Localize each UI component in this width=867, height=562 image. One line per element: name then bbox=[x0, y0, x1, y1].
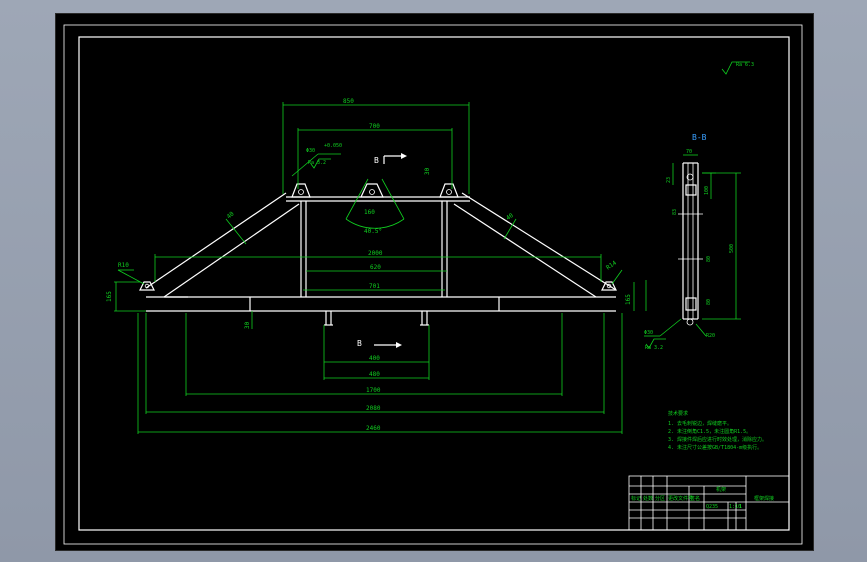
svg-text:签名: 签名 bbox=[690, 495, 700, 502]
svg-text:Ra 3.2: Ra 3.2 bbox=[645, 345, 663, 351]
svg-text:标记: 标记 bbox=[631, 495, 641, 502]
section-view-bb bbox=[678, 162, 703, 326]
svg-text:165: 165 bbox=[106, 291, 113, 302]
svg-text:处数: 处数 bbox=[643, 495, 653, 502]
svg-text:B: B bbox=[357, 339, 362, 348]
svg-text:R20: R20 bbox=[706, 333, 715, 339]
svg-text:Φ30: Φ30 bbox=[306, 148, 315, 154]
dimensions: 850 700 2000 620 701 400 480 1700 2080 2… bbox=[106, 98, 647, 434]
svg-text:480: 480 bbox=[369, 371, 380, 378]
svg-text:分区: 分区 bbox=[655, 495, 665, 502]
svg-text:1. 去毛刺锐边，焊缝磨平。: 1. 去毛刺锐边，焊缝磨平。 bbox=[668, 420, 732, 427]
svg-text:2460: 2460 bbox=[366, 425, 381, 432]
section-marker-bottom: B bbox=[357, 339, 402, 348]
svg-text:80: 80 bbox=[706, 256, 712, 262]
svg-text:R14: R14 bbox=[605, 259, 618, 271]
outer-sheet-border bbox=[63, 24, 803, 545]
svg-text:Ra 6.3: Ra 6.3 bbox=[736, 62, 754, 68]
svg-text:机架: 机架 bbox=[716, 486, 726, 493]
section-marker-top: B bbox=[374, 153, 407, 165]
svg-text:701: 701 bbox=[369, 283, 380, 290]
title-block: 机架 框架焊接 Q235 1:10 1 标记 处数 分区 更改文件号 签名 bbox=[628, 475, 790, 531]
svg-text:3. 焊接件焊后应进行时效处理，消除应力。: 3. 焊接件焊后应进行时效处理，消除应力。 bbox=[668, 436, 767, 443]
cad-viewport[interactable]: Ra 6.3 160 40.5° B B 850 700 2000 620 70… bbox=[55, 13, 814, 551]
svg-text:850: 850 bbox=[343, 98, 354, 105]
svg-text:2. 未注倒角C1.5，未注圆角R1.5。: 2. 未注倒角C1.5，未注圆角R1.5。 bbox=[668, 428, 751, 435]
section-view-title: B-B bbox=[692, 133, 707, 142]
svg-text:70: 70 bbox=[686, 149, 692, 155]
angle-detail: 160 40.5° bbox=[345, 178, 405, 235]
svg-text:R10: R10 bbox=[118, 262, 129, 269]
svg-text:30: 30 bbox=[244, 321, 251, 329]
svg-text:160: 160 bbox=[364, 209, 375, 216]
svg-text:400: 400 bbox=[369, 355, 380, 362]
svg-text:2000: 2000 bbox=[368, 250, 383, 257]
svg-text:83: 83 bbox=[672, 209, 678, 215]
svg-text:40: 40 bbox=[225, 210, 235, 220]
svg-text:1700: 1700 bbox=[366, 387, 381, 394]
svg-text:1: 1 bbox=[739, 504, 742, 510]
svg-text:2080: 2080 bbox=[366, 405, 381, 412]
svg-text:Q235: Q235 bbox=[706, 504, 718, 510]
svg-text:4. 未注尺寸公差按GB/T1804-m级执行。: 4. 未注尺寸公差按GB/T1804-m级执行。 bbox=[668, 444, 762, 451]
svg-text:23: 23 bbox=[666, 177, 672, 183]
svg-text:165: 165 bbox=[625, 294, 632, 305]
svg-text:620: 620 bbox=[370, 264, 381, 271]
svg-text:100: 100 bbox=[704, 186, 710, 195]
svg-text:技术要求: 技术要求 bbox=[668, 410, 688, 417]
svg-text:Φ30: Φ30 bbox=[644, 330, 653, 336]
svg-text:+0.050: +0.050 bbox=[324, 143, 342, 149]
svg-text:框架焊接: 框架焊接 bbox=[754, 495, 774, 502]
svg-text:30: 30 bbox=[424, 167, 431, 175]
svg-text:40.5°: 40.5° bbox=[364, 228, 382, 235]
svg-text:Ra 3.2: Ra 3.2 bbox=[308, 160, 326, 166]
general-roughness-symbol: Ra 6.3 bbox=[721, 61, 754, 75]
svg-text:80: 80 bbox=[706, 299, 712, 305]
svg-text:B: B bbox=[374, 156, 379, 165]
cad-drawing[interactable]: Ra 6.3 160 40.5° B B 850 700 2000 620 70… bbox=[56, 14, 813, 550]
svg-text:500: 500 bbox=[729, 244, 735, 253]
svg-text:700: 700 bbox=[369, 123, 380, 130]
technical-notes: 技术要求 1. 去毛刺锐边，焊缝磨平。 2. 未注倒角C1.5，未注圆角R1.5… bbox=[668, 410, 767, 451]
